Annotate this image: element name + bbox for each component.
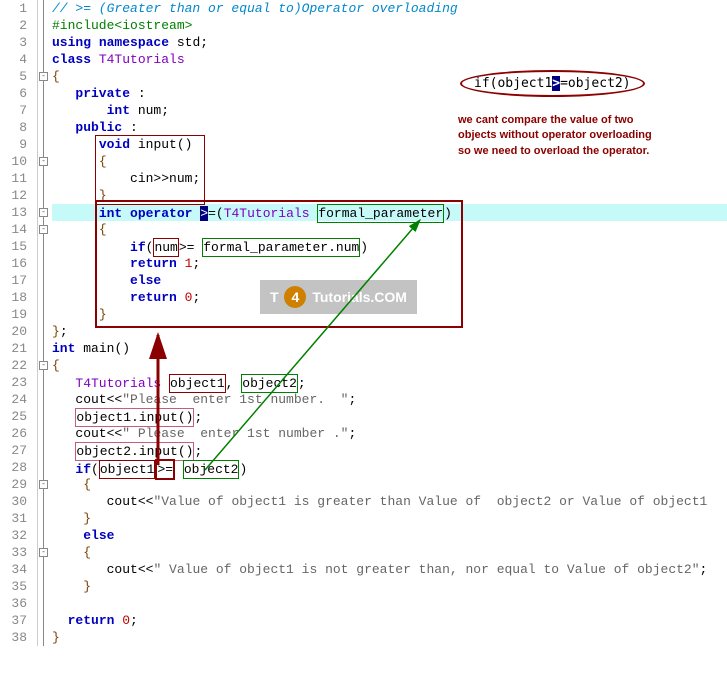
code-line[interactable]: cout<<"Value of object1 is greater than … [52, 493, 727, 510]
line-number: 8 [0, 119, 33, 136]
code-line[interactable]: }; [52, 323, 727, 340]
code-line[interactable]: } [52, 510, 727, 527]
line-number: 5 [0, 68, 33, 85]
line-number: 37 [0, 612, 33, 629]
code-line[interactable]: { [52, 68, 727, 85]
code-line[interactable]: T4Tutorials object1, object2; [52, 374, 727, 391]
code-line[interactable]: public : [52, 119, 727, 136]
line-number: 11 [0, 170, 33, 187]
line-number: 35 [0, 578, 33, 595]
code-line[interactable]: #include<iostream> [52, 17, 727, 34]
code-area[interactable]: // >= (Greater than or equal to)Operator… [52, 0, 727, 646]
code-line[interactable]: int main() [52, 340, 727, 357]
fold-gutter[interactable]: - - - - - - - [38, 0, 52, 646]
line-number: 25 [0, 408, 33, 425]
code-line[interactable]: else [52, 527, 727, 544]
line-number: 1 [0, 0, 33, 17]
code-line[interactable]: cin>>num; [52, 170, 727, 187]
code-line[interactable]: { [52, 357, 727, 374]
code-line[interactable]: cout<<"Please enter 1st number. "; [52, 391, 727, 408]
line-number: 19 [0, 306, 33, 323]
line-number: 30 [0, 493, 33, 510]
fold-toggle[interactable]: - [39, 480, 48, 489]
code-line[interactable]: int num; [52, 102, 727, 119]
fold-toggle[interactable]: - [39, 208, 48, 217]
code-line[interactable]: using namespace std; [52, 34, 727, 51]
code-line[interactable]: private : [52, 85, 727, 102]
line-number: 9 [0, 136, 33, 153]
code-line[interactable]: cout<<" Value of object1 is not greater … [52, 561, 727, 578]
line-number: 12 [0, 187, 33, 204]
fold-toggle[interactable]: - [39, 72, 48, 81]
code-line[interactable]: } [52, 187, 727, 204]
line-number: 28 [0, 459, 33, 476]
code-line[interactable]: return 0; [52, 289, 727, 306]
line-number: 22 [0, 357, 33, 374]
line-number: 31 [0, 510, 33, 527]
code-line[interactable]: } [52, 629, 727, 646]
line-number: 7 [0, 102, 33, 119]
fold-toggle[interactable]: - [39, 157, 48, 166]
line-number: 17 [0, 272, 33, 289]
line-number: 23 [0, 374, 33, 391]
line-number: 14 [0, 221, 33, 238]
fold-toggle[interactable]: - [39, 548, 48, 557]
code-line[interactable]: if(num>= formal_parameter.num) [52, 238, 727, 255]
line-number: 33 [0, 544, 33, 561]
code-line[interactable]: object2.input(); [52, 442, 727, 459]
code-line[interactable]: { [52, 153, 727, 170]
code-line[interactable]: // >= (Greater than or equal to)Operator… [52, 0, 727, 17]
code-editor[interactable]: 1234567891011121314151617181920212223242… [0, 0, 727, 646]
line-number: 20 [0, 323, 33, 340]
code-line[interactable]: int operator >=(T4Tutorials formal_param… [52, 204, 727, 221]
line-number: 29 [0, 476, 33, 493]
code-line[interactable]: return 0; [52, 612, 727, 629]
line-number: 34 [0, 561, 33, 578]
line-number: 2 [0, 17, 33, 34]
code-line[interactable]: cout<<" Please enter 1st number ."; [52, 425, 727, 442]
fold-toggle[interactable]: - [39, 225, 48, 234]
line-number: 32 [0, 527, 33, 544]
line-number: 4 [0, 51, 33, 68]
line-number-gutter: 1234567891011121314151617181920212223242… [0, 0, 38, 646]
code-line[interactable] [52, 595, 727, 612]
line-number: 24 [0, 391, 33, 408]
line-number: 38 [0, 629, 33, 646]
line-number: 16 [0, 255, 33, 272]
line-number: 21 [0, 340, 33, 357]
line-number: 10 [0, 153, 33, 170]
line-number: 15 [0, 238, 33, 255]
line-number: 26 [0, 425, 33, 442]
code-line[interactable]: } [52, 306, 727, 323]
code-line[interactable]: if(object1>= object2) [52, 459, 727, 476]
line-number: 6 [0, 85, 33, 102]
code-line[interactable]: return 1; [52, 255, 727, 272]
code-line[interactable]: class T4Tutorials [52, 51, 727, 68]
line-number: 13 [0, 204, 33, 221]
code-line[interactable]: } [52, 578, 727, 595]
code-line[interactable]: { [52, 221, 727, 238]
code-line[interactable]: object1.input(); [52, 408, 727, 425]
code-line[interactable]: void input() [52, 136, 727, 153]
code-line[interactable]: else [52, 272, 727, 289]
line-number: 3 [0, 34, 33, 51]
line-number: 36 [0, 595, 33, 612]
line-number: 27 [0, 442, 33, 459]
code-line[interactable]: { [52, 544, 727, 561]
line-number: 18 [0, 289, 33, 306]
fold-toggle[interactable]: - [39, 361, 48, 370]
